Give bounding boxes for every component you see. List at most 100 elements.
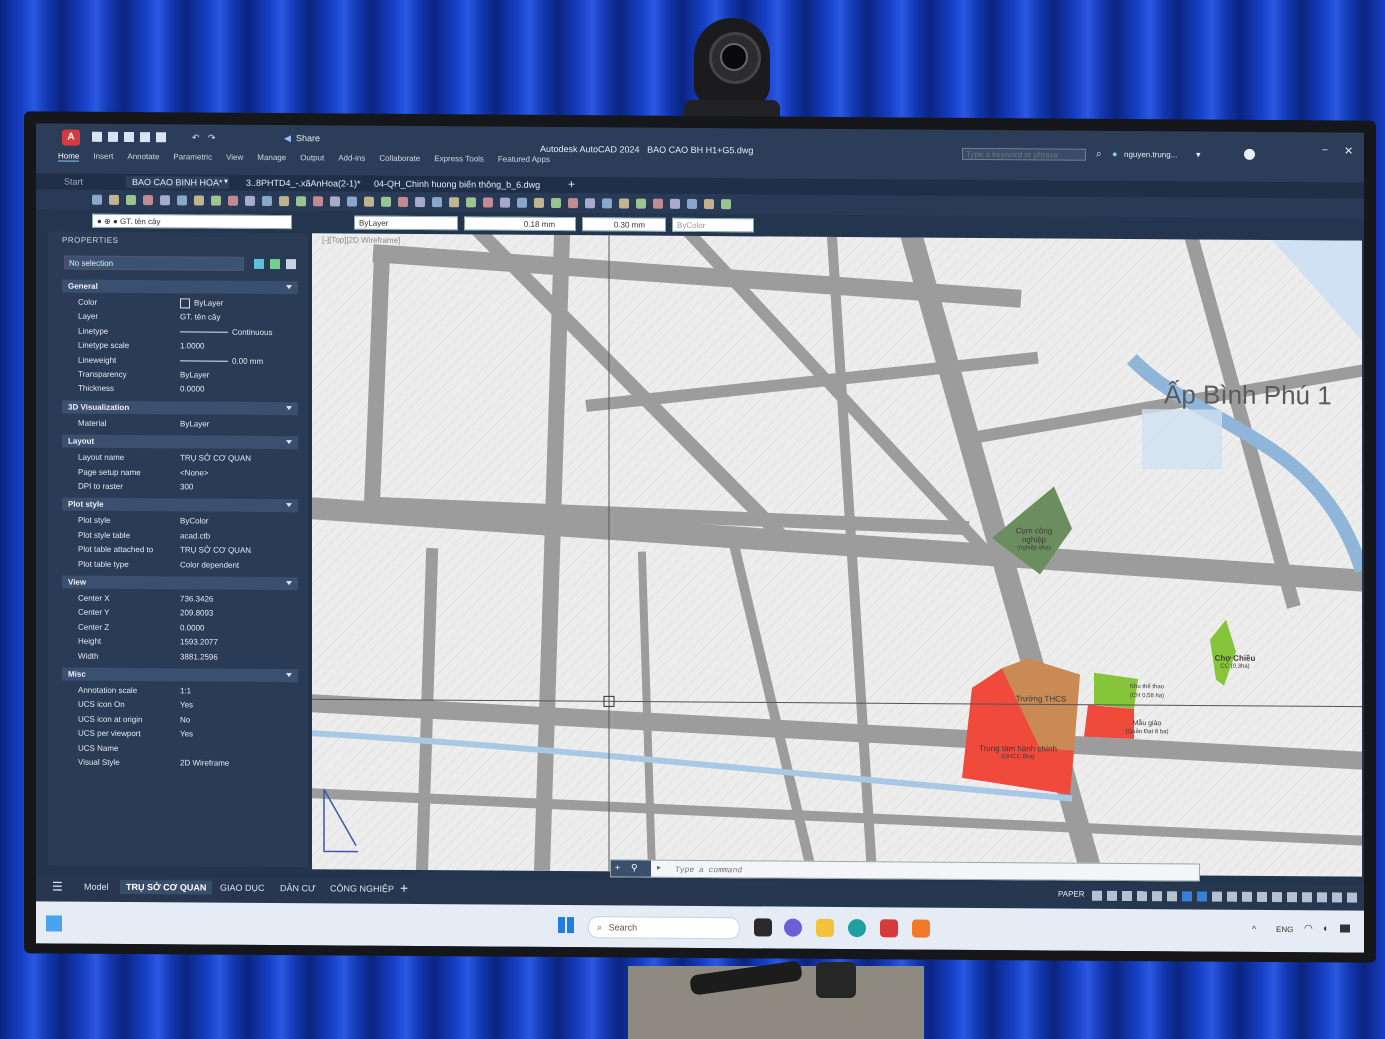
property-row[interactable]: Linetype Continuous	[62, 324, 298, 340]
customize-icon[interactable]: ⚲	[631, 863, 638, 874]
toolbar-tool-icon[interactable]	[483, 197, 493, 208]
new-icon[interactable]	[92, 131, 102, 142]
tab-cong-nghiep[interactable]: CÔNG NGHIỆP	[330, 883, 394, 893]
widgets-icon[interactable]	[46, 915, 62, 932]
undo-icon[interactable]: ↶	[192, 132, 200, 143]
drawing-canvas[interactable]: [-][Top][2D Wireframe] Ấp Bình Phú 1 Cụm…	[312, 233, 1362, 877]
status-toggle-icon[interactable]	[1197, 891, 1207, 902]
property-value[interactable]: Yes	[180, 699, 193, 713]
toolbar-tool-icon[interactable]	[109, 194, 119, 205]
toolbar-tool-icon[interactable]	[194, 195, 204, 206]
battery-icon[interactable]	[1340, 924, 1350, 933]
toolbar-tool-icon[interactable]	[619, 198, 629, 209]
property-row[interactable]: Plot table type Color dependent	[62, 557, 298, 573]
taskbar-search[interactable]: ⌕ Search	[588, 916, 740, 940]
property-row[interactable]: Height 1593.2077	[62, 635, 298, 651]
property-value[interactable]: <None>	[180, 466, 208, 480]
property-row[interactable]: Color ByLayer	[62, 296, 298, 312]
property-row[interactable]: Layout name TRỤ SỞ CƠ QUAN	[62, 451, 298, 467]
toolbar-tool-icon[interactable]	[466, 197, 476, 208]
status-toggle-icon[interactable]	[1317, 892, 1327, 903]
property-row[interactable]: Width 3881.2596	[62, 649, 298, 665]
toolbar-tool-icon[interactable]	[330, 196, 340, 207]
section-misc[interactable]: Misc	[62, 667, 298, 683]
status-toggle-icon[interactable]	[1107, 890, 1117, 901]
quick-select-icon[interactable]	[254, 258, 264, 269]
status-toggle-icon[interactable]	[1272, 891, 1282, 903]
property-value[interactable]: Continuous	[180, 325, 272, 340]
property-value[interactable]: ByLayer	[180, 417, 209, 431]
layer-name-dropdown[interactable]: ● ⊕ ● GT. tên cây	[92, 213, 292, 230]
status-toggle-icon[interactable]	[1167, 891, 1177, 902]
task-view-icon[interactable]	[754, 918, 772, 937]
property-row[interactable]: UCS icon at origin No	[62, 712, 298, 728]
toolbar-tool-icon[interactable]	[432, 197, 442, 208]
ribbon-tab-parametric[interactable]: Parametric	[173, 152, 212, 162]
ribbon-tab-express-tools[interactable]: Express Tools	[434, 154, 484, 164]
property-row[interactable]: Center Z 0.0000	[62, 620, 298, 636]
open-icon[interactable]	[108, 131, 118, 142]
status-toggle-icon[interactable]	[1242, 891, 1252, 902]
volume-icon[interactable]: ◖	[1322, 923, 1328, 934]
property-value[interactable]: ByColor	[180, 515, 208, 529]
ribbon-tab-output[interactable]: Output	[300, 153, 324, 163]
property-row[interactable]: Plot style table acad.ctb	[62, 528, 298, 544]
toolbar-tool-icon[interactable]	[126, 194, 136, 206]
close-command-icon[interactable]: +	[615, 862, 620, 872]
toolbar-tool-icon[interactable]	[381, 196, 391, 207]
menu-icon[interactable]: ☰	[52, 879, 63, 893]
property-value[interactable]: 0.00 mm	[180, 354, 263, 369]
toolbar-tool-icon[interactable]	[313, 196, 323, 207]
cart-icon[interactable]: ▾	[1196, 149, 1201, 160]
property-row[interactable]: Layer GT. tên cây	[62, 310, 298, 326]
user-icon[interactable]: ●	[1112, 149, 1117, 159]
wifi-icon[interactable]: ◠	[1304, 923, 1313, 934]
toolbar-tool-icon[interactable]	[279, 196, 289, 207]
property-value[interactable]: 1.0000	[180, 340, 204, 354]
property-value[interactable]: TRỤ SỞ CƠ QUAN	[180, 452, 251, 466]
tab-tru-so-co-quan[interactable]: TRỤ SỞ CƠ QUAN	[120, 879, 213, 895]
toolbar-tool-icon[interactable]	[398, 196, 408, 207]
save-icon[interactable]	[124, 131, 134, 143]
status-toggle-icon[interactable]	[1152, 891, 1162, 902]
file-explorer-icon[interactable]	[816, 918, 834, 937]
tray-chevron-icon[interactable]: ^	[1252, 924, 1256, 934]
toolbar-tool-icon[interactable]	[92, 194, 102, 205]
property-value[interactable]: 1593.2077	[180, 636, 218, 650]
autocad-logo-icon[interactable]: A	[62, 129, 80, 146]
toolbar-tool-icon[interactable]	[517, 197, 527, 208]
status-toggle-icon[interactable]	[1302, 892, 1312, 903]
toolbar-tool-icon[interactable]	[296, 196, 306, 207]
property-row[interactable]: Page setup name <None>	[62, 465, 298, 481]
section-3d-visualization[interactable]: 3D Visualization	[62, 400, 298, 415]
property-row[interactable]: DPI to raster 300	[62, 480, 298, 496]
tab-giao-duc[interactable]: GIAO DỤC	[220, 883, 265, 893]
doc-tab-1[interactable]: BAO CAO BINH HOA*	[126, 175, 229, 189]
ribbon-tab-home[interactable]: Home	[58, 151, 80, 162]
property-row[interactable]: UCS per viewport Yes	[62, 727, 298, 743]
toolbar-tool-icon[interactable]	[364, 196, 374, 207]
chat-icon[interactable]	[784, 918, 802, 937]
property-row[interactable]: Material ByLayer	[62, 416, 298, 432]
property-value[interactable]: 300	[180, 480, 193, 494]
toolbar-tool-icon[interactable]	[262, 195, 272, 207]
toolbar-tool-icon[interactable]	[670, 198, 680, 209]
status-toggle-icon[interactable]	[1227, 891, 1237, 902]
language-indicator[interactable]: ENG	[1276, 925, 1293, 934]
add-layout-plus-icon[interactable]: +	[400, 880, 408, 896]
selection-dropdown[interactable]: No selection	[64, 255, 244, 271]
section-plot-style[interactable]: Plot style	[62, 497, 298, 513]
toolbar-tool-icon[interactable]	[500, 197, 510, 208]
command-input[interactable]	[673, 861, 1177, 882]
property-value[interactable]: TRỤ SỞ CƠ QUAN	[180, 544, 251, 558]
property-value[interactable]: ByLayer	[180, 368, 209, 382]
toolbar-tool-icon[interactable]	[177, 195, 187, 206]
ribbon-tab-annotate[interactable]: Annotate	[127, 152, 159, 162]
saveas-icon[interactable]	[140, 132, 150, 143]
share-button[interactable]: Share	[296, 133, 320, 143]
property-row[interactable]: Center X 736.3426	[62, 592, 298, 608]
property-value[interactable]: 0.0000	[180, 383, 204, 397]
toolbar-tool-icon[interactable]	[449, 197, 459, 208]
ribbon-tab-manage[interactable]: Manage	[257, 153, 286, 163]
property-row[interactable]: Center Y 209.8093	[62, 606, 298, 622]
